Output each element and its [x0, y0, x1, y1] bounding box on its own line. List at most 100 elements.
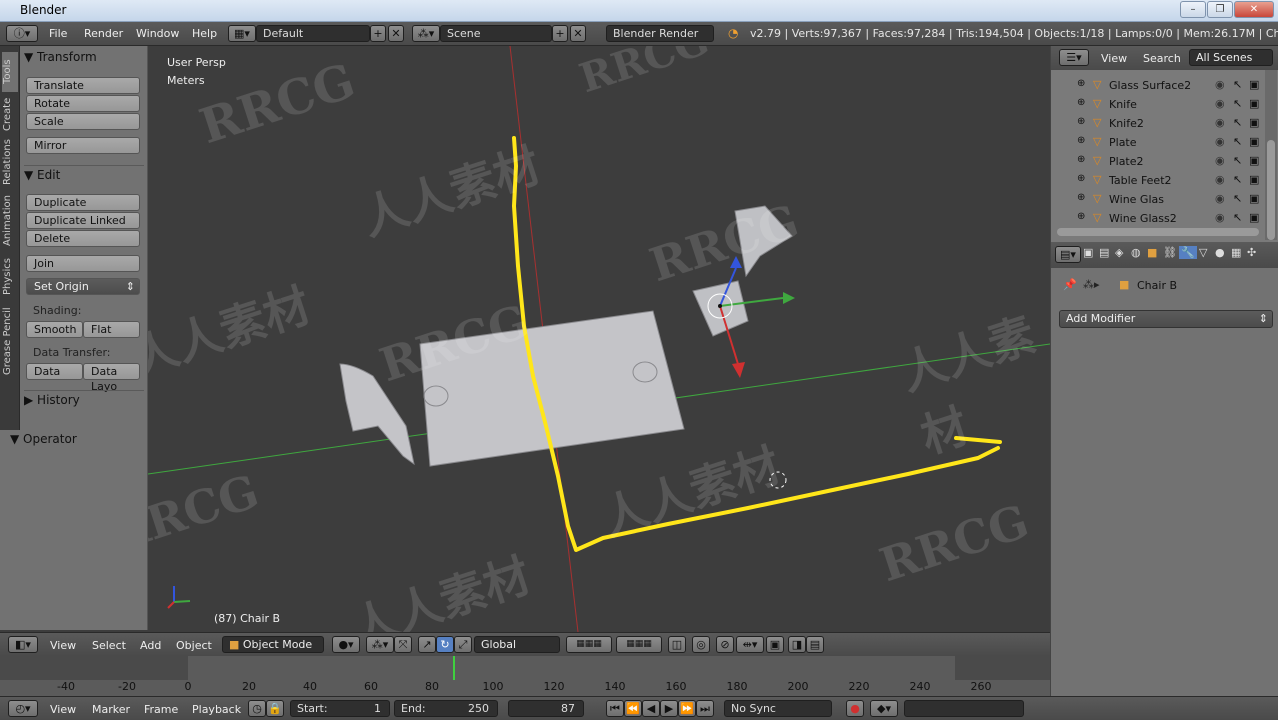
viewport-shading-icon[interactable]: ●▾ — [332, 636, 360, 653]
edit-panel-header[interactable]: ▼ Edit — [24, 165, 144, 183]
tab-tools[interactable]: Tools — [2, 52, 18, 92]
expand-toggle-icon[interactable]: ⊕ — [1077, 78, 1085, 89]
visibility-eye-icon[interactable]: ◉ — [1215, 135, 1225, 148]
outliner-item[interactable]: ⊕ ▽ Plate ◉ ↖ ▣ — [1051, 133, 1263, 152]
prev-keyframe-icon[interactable]: ⏪ — [624, 700, 642, 717]
tab-animation[interactable]: Animation — [2, 190, 18, 252]
jump-end-icon[interactable]: ⏭ — [696, 700, 714, 717]
rotate-button[interactable]: Rotate — [26, 95, 140, 112]
visibility-eye-icon[interactable]: ◉ — [1215, 192, 1225, 205]
outliner-item[interactable]: ⊕ ▽ Glass Surface2 ◉ ↖ ▣ — [1051, 76, 1263, 95]
operator-panel-header[interactable]: ▼ Operator — [10, 430, 130, 448]
scene-field[interactable]: Scene — [440, 25, 552, 42]
end-frame-field[interactable]: End: 250 — [394, 700, 498, 717]
render-layer-icon[interactable]: ◫ — [668, 636, 686, 653]
outliner-item[interactable]: ⊕ ▽ Table Feet2 ◉ ↖ ▣ — [1051, 171, 1263, 190]
layers-grid-icon[interactable]: ▦▦▦ — [566, 636, 612, 653]
close-button[interactable]: ✕ — [1234, 1, 1274, 18]
auto-keyframe-icon[interactable]: ● — [846, 700, 864, 717]
menu-help[interactable]: Help — [192, 27, 217, 40]
expand-toggle-icon[interactable]: ⊕ — [1077, 192, 1085, 203]
lock-icon[interactable]: 🔒 — [266, 700, 284, 717]
texture-icon[interactable]: ▦ — [1231, 246, 1241, 259]
transform-panel-header[interactable]: ▼ Transform — [24, 48, 144, 66]
visibility-eye-icon[interactable]: ◉ — [1215, 154, 1225, 167]
selectable-cursor-icon[interactable]: ↖ — [1233, 78, 1242, 91]
render-engine-select[interactable]: Blender Render — [606, 25, 714, 42]
snap-toggle-icon[interactable]: ⊘ — [716, 636, 734, 653]
preview-range-icon[interactable]: ◷ — [248, 700, 266, 717]
selectable-cursor-icon[interactable]: ↖ — [1233, 211, 1242, 224]
particles-icon[interactable]: ✣ — [1247, 246, 1256, 259]
play-reverse-icon[interactable]: ◀ — [642, 700, 660, 717]
scrollbar-thumb[interactable] — [1267, 140, 1275, 240]
selectable-cursor-icon[interactable]: ↖ — [1233, 135, 1242, 148]
minimize-button[interactable]: – — [1180, 1, 1206, 18]
outliner-scrollbar[interactable] — [1265, 70, 1277, 240]
outliner-search-menu[interactable]: Search — [1143, 52, 1181, 65]
render-camera-icon[interactable]: ▣ — [1249, 78, 1259, 91]
scale-button[interactable]: Scale — [26, 113, 140, 130]
layers-grid2-icon[interactable]: ▦▦▦ — [616, 636, 662, 653]
marker-menu[interactable]: Marker — [92, 703, 130, 716]
duplicate-linked-button[interactable]: Duplicate Linked — [26, 212, 140, 229]
add-layout-icon[interactable]: + — [370, 25, 386, 42]
editor-type-3d-icon[interactable]: ◧▾ — [8, 636, 38, 653]
scene-icon[interactable]: ⁂▾ — [412, 25, 440, 42]
history-panel-header[interactable]: ▶ History — [24, 390, 144, 408]
maximize-button[interactable]: ❐ — [1207, 1, 1233, 18]
flat-button[interactable]: Flat — [83, 321, 140, 338]
render-camera-icon[interactable]: ◨ — [788, 636, 806, 653]
smooth-button[interactable]: Smooth — [26, 321, 83, 338]
translate-manipulator-icon[interactable]: ↗ — [418, 636, 436, 653]
3d-viewport[interactable]: User Persp Meters (87) Chair B RRCG RRCG… — [148, 46, 1050, 632]
modifiers-icon[interactable]: 🔧 — [1179, 246, 1197, 259]
render-camera-icon[interactable]: ▣ — [1249, 135, 1259, 148]
render-camera-icon[interactable]: ▣ — [1249, 154, 1259, 167]
menu-file[interactable]: File — [49, 27, 67, 40]
keying-set-icon[interactable]: ◆▾ — [870, 700, 898, 717]
selectable-cursor-icon[interactable]: ↖ — [1233, 97, 1242, 110]
render-camera-icon[interactable]: ▣ — [1249, 116, 1259, 129]
active-keying-set-field[interactable] — [904, 700, 1024, 717]
current-frame-field[interactable]: 87 — [508, 700, 584, 717]
expand-toggle-icon[interactable]: ⊕ — [1077, 135, 1085, 146]
visibility-eye-icon[interactable]: ◉ — [1215, 173, 1225, 186]
outliner-item[interactable]: ⊕ ▽ Knife ◉ ↖ ▣ — [1051, 95, 1263, 114]
menu-window[interactable]: Window — [136, 27, 179, 40]
set-origin-dropdown[interactable]: Set Origin ⇕ — [26, 278, 140, 295]
rotate-manipulator-icon[interactable]: ↻ — [436, 636, 454, 653]
playback-menu[interactable]: Playback — [192, 703, 241, 716]
world-icon[interactable]: ◍ — [1131, 246, 1141, 259]
screen-layout-icon[interactable]: ▦▾ — [228, 25, 256, 42]
expand-toggle-icon[interactable]: ⊕ — [1077, 173, 1085, 184]
pin-icon[interactable]: 📌 — [1063, 278, 1077, 291]
editor-type-info-icon[interactable]: ⓘ▾ — [6, 25, 38, 42]
mode-select[interactable]: ■ Object Mode — [222, 636, 324, 653]
add-scene-icon[interactable]: + — [552, 25, 568, 42]
selectable-cursor-icon[interactable]: ↖ — [1233, 116, 1242, 129]
visibility-eye-icon[interactable]: ◉ — [1215, 116, 1225, 129]
scene-icon[interactable]: ◈ — [1115, 246, 1123, 259]
render-camera-icon[interactable]: ▣ — [1249, 97, 1259, 110]
translate-button[interactable]: Translate — [26, 77, 140, 94]
tab-grease-pencil[interactable]: Grease Pencil — [2, 302, 18, 380]
display-mode-select[interactable]: All Scenes — [1189, 49, 1273, 66]
outliner-view-menu[interactable]: View — [1101, 52, 1127, 65]
remove-scene-icon[interactable]: ✕ — [570, 25, 586, 42]
data-layout-button[interactable]: Data Layo — [83, 363, 140, 393]
mirror-button[interactable]: Mirror — [26, 137, 140, 154]
tab-create[interactable]: Create — [2, 94, 18, 134]
outliner-item[interactable]: ⊕ ▽ Plate2 ◉ ↖ ▣ — [1051, 152, 1263, 171]
constraints-icon[interactable]: ⛓ — [1163, 246, 1177, 259]
outliner-item[interactable]: ⊕ ▽ Wine Glas ◉ ↖ ▣ — [1051, 190, 1263, 209]
add-modifier-dropdown[interactable]: Add Modifier ⇕ — [1059, 310, 1273, 328]
transform-orientation-select[interactable]: Global — [474, 636, 560, 653]
expand-toggle-icon[interactable]: ⊕ — [1077, 154, 1085, 165]
expand-toggle-icon[interactable]: ⊕ — [1077, 97, 1085, 108]
current-frame-marker[interactable] — [453, 656, 456, 680]
remove-layout-icon[interactable]: ✕ — [388, 25, 404, 42]
frame-menu[interactable]: Frame — [144, 703, 178, 716]
render-camera-icon[interactable]: ▣ — [1249, 211, 1259, 224]
add-menu[interactable]: Add — [140, 639, 161, 652]
